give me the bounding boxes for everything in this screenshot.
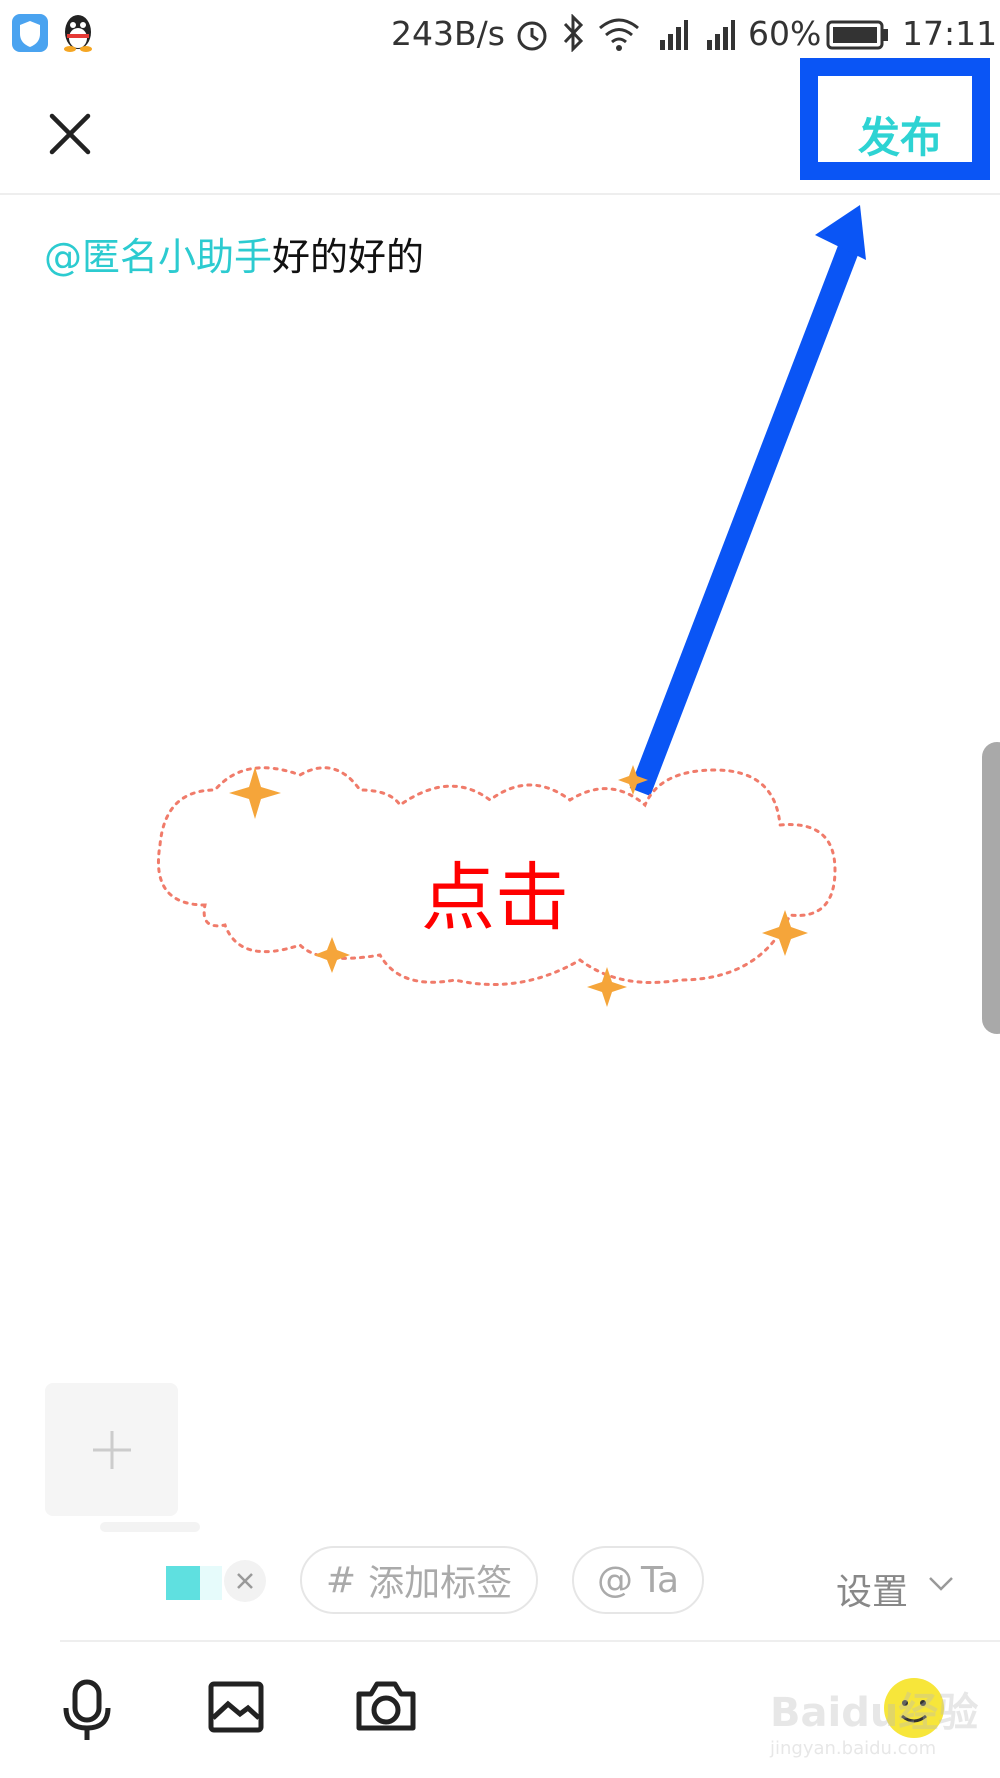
hash-icon: #	[325, 1559, 357, 1601]
at-icon: @	[596, 1559, 633, 1601]
watermark-url: jingyan.baidu.com	[770, 1738, 937, 1759]
thumbnail-preview-fade	[200, 1566, 222, 1600]
add-tag-chip[interactable]: # 添加标签	[300, 1546, 538, 1614]
toolbar-divider	[60, 1640, 1000, 1642]
close-small-icon	[237, 1573, 253, 1589]
annotation-label: 点击	[421, 855, 569, 941]
watermark-brand: Baidu经验	[770, 1690, 979, 1736]
add-tag-label: 添加标签	[368, 1563, 513, 1604]
plus-icon	[93, 1431, 131, 1469]
add-media-button[interactable]	[45, 1383, 178, 1516]
remove-thumbnail-button[interactable]	[224, 1560, 266, 1602]
settings-dropdown[interactable]: 设置	[836, 1563, 908, 1615]
annotation-arrow	[629, 205, 866, 796]
mention-chip[interactable]: @ Ta	[572, 1546, 704, 1614]
camera-icon[interactable]	[346, 1666, 426, 1746]
thumbnail-preview	[166, 1566, 202, 1600]
image-icon[interactable]	[196, 1666, 276, 1746]
mention-chip-label: Ta	[640, 1559, 680, 1601]
tile-shadow	[100, 1522, 200, 1532]
side-handle[interactable]	[982, 742, 1000, 1034]
chevron-down-icon	[929, 1577, 953, 1591]
microphone-icon[interactable]	[47, 1666, 127, 1746]
baidu-watermark: Baidu经验 jingyan.baidu.com	[770, 1680, 978, 1759]
